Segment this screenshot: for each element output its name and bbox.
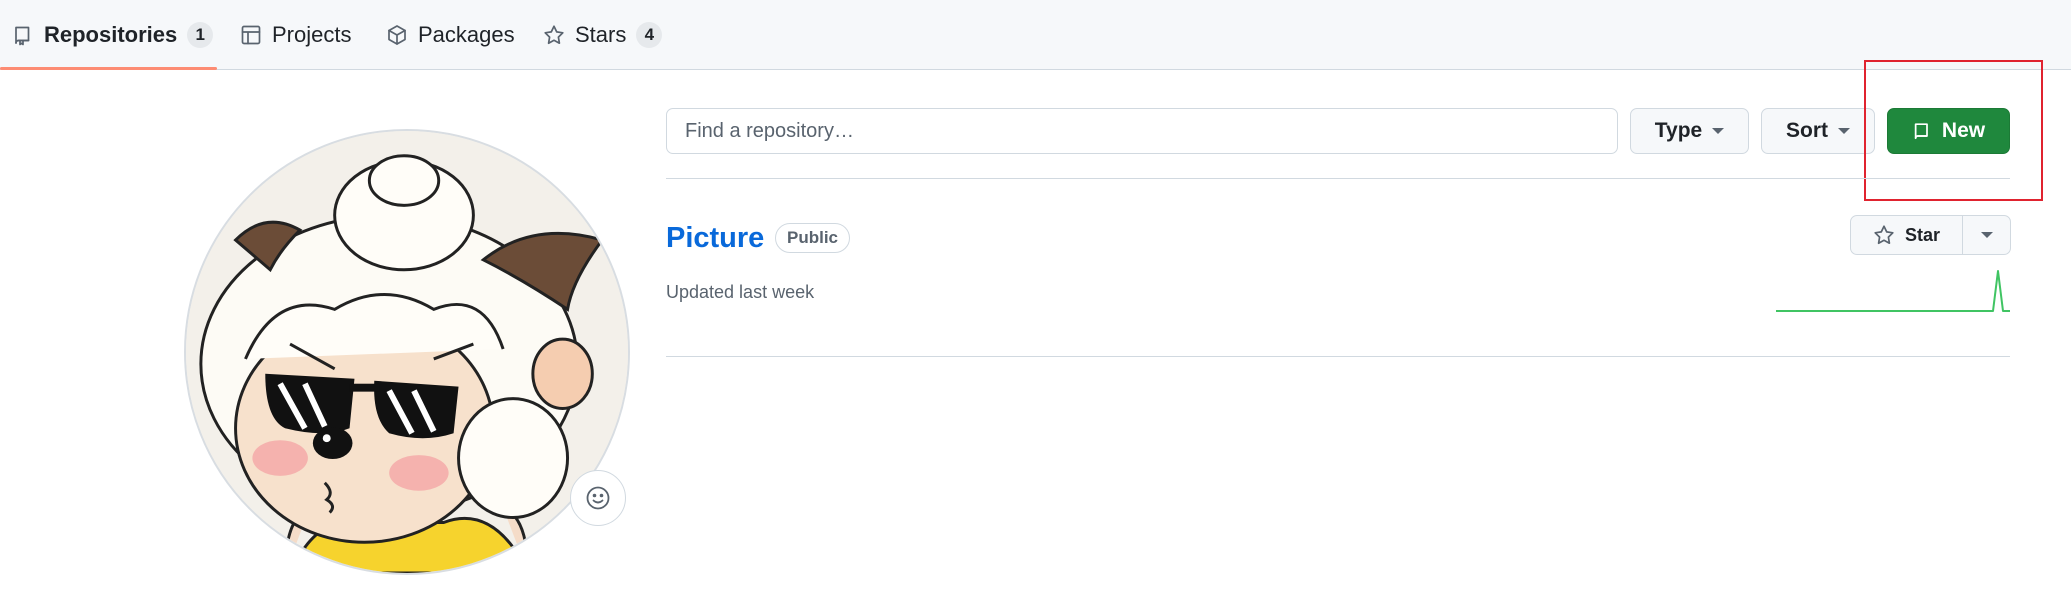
repository-divider xyxy=(666,356,2010,357)
visibility-badge: Public xyxy=(775,223,851,253)
tab-projects-label: Projects xyxy=(272,22,352,47)
profile-tab-nav: Repositories 1 Projects Packages Stars 4 xyxy=(0,0,2071,70)
sort-filter-button[interactable]: Sort xyxy=(1761,108,1875,154)
repository-updated-text: Updated last week xyxy=(666,282,815,302)
package-icon xyxy=(388,25,406,45)
type-filter-label: Type xyxy=(1654,119,1703,142)
sort-filter-label: Sort xyxy=(1786,119,1828,142)
star-icon xyxy=(1874,225,1894,245)
filter-divider xyxy=(666,178,2010,179)
repositories-count-badge: 1 xyxy=(187,22,214,48)
avatar[interactable] xyxy=(184,129,630,575)
tab-projects[interactable]: Projects xyxy=(240,0,351,70)
tab-packages[interactable]: Packages xyxy=(386,0,515,70)
caret-down-icon xyxy=(1712,128,1725,134)
smiley-icon xyxy=(586,486,610,510)
set-status-button[interactable] xyxy=(570,470,626,526)
tab-repositories[interactable]: Repositories 1 xyxy=(12,0,214,70)
caret-down-icon xyxy=(1838,128,1850,134)
tab-stars[interactable]: Stars 4 xyxy=(543,0,663,70)
repository-name-link[interactable]: Picture xyxy=(666,222,764,255)
tab-repositories-label: Repositories xyxy=(44,22,178,47)
tab-packages-label: Packages xyxy=(418,22,515,47)
star-button-label: Star xyxy=(1904,224,1940,245)
tab-stars-label: Stars xyxy=(575,22,627,47)
star-button-group: Star xyxy=(1850,215,2011,255)
caret-down-icon xyxy=(1980,232,1993,238)
table-icon xyxy=(241,25,261,45)
star-icon xyxy=(544,25,564,45)
selected-tab-underline xyxy=(0,67,217,70)
star-list-dropdown-button[interactable] xyxy=(1963,216,2010,254)
stars-count-badge: 4 xyxy=(636,22,663,48)
activity-sparkline xyxy=(1776,270,2010,312)
find-repository-input[interactable] xyxy=(666,108,1618,154)
repo-icon xyxy=(15,26,30,46)
annotation-highlight-box xyxy=(1864,60,2043,201)
type-filter-button[interactable]: Type xyxy=(1630,108,1749,154)
avatar-illustration xyxy=(186,131,628,573)
star-button[interactable]: Star xyxy=(1851,216,1963,254)
